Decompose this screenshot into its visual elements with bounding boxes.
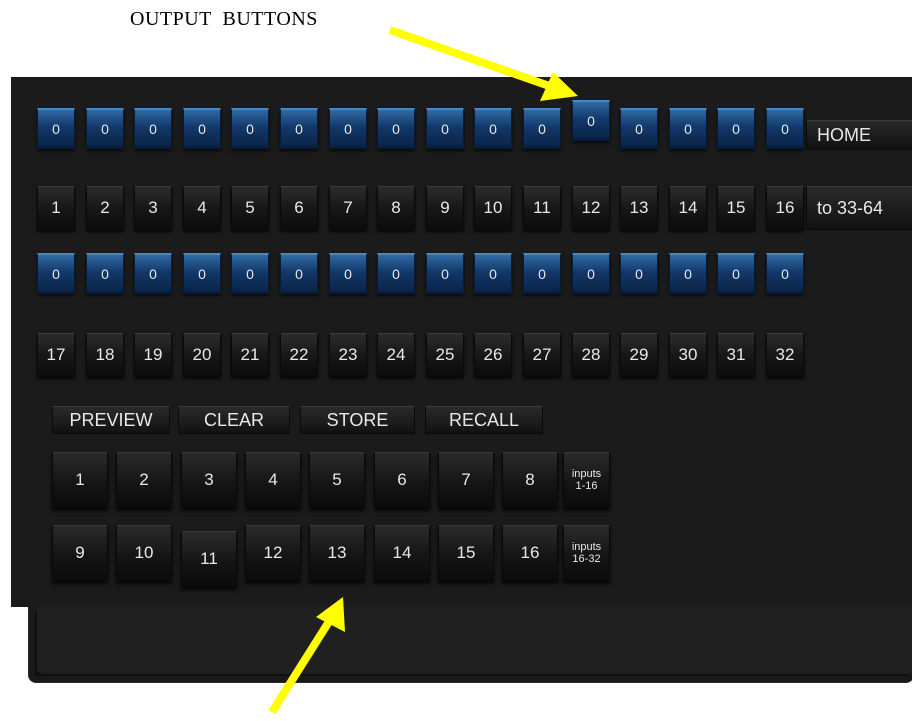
output-number-button[interactable]: 27 bbox=[523, 333, 561, 377]
output-number-button[interactable]: 11 bbox=[523, 186, 561, 230]
output-number-button[interactable]: 8 bbox=[377, 186, 415, 230]
output-route-value[interactable]: 0 bbox=[183, 253, 221, 294]
output-route-value[interactable]: 0 bbox=[717, 253, 755, 294]
output-route-value[interactable]: 0 bbox=[523, 108, 561, 149]
output-number-button[interactable]: 18 bbox=[86, 333, 124, 377]
input-button[interactable]: 13 bbox=[309, 525, 365, 581]
output-route-value[interactable]: 0 bbox=[231, 253, 269, 294]
output-buttons-caption: OUTPUT BUTTONS bbox=[130, 8, 318, 30]
output-route-value[interactable]: 0 bbox=[620, 108, 658, 149]
output-number-button[interactable]: 6 bbox=[280, 186, 318, 230]
input-button[interactable]: 7 bbox=[438, 452, 494, 508]
output-number-button[interactable]: 21 bbox=[231, 333, 269, 377]
recall-button[interactable]: RECALL bbox=[425, 406, 543, 434]
input-button[interactable]: 6 bbox=[374, 452, 430, 508]
tray-inner bbox=[37, 607, 912, 674]
output-route-value[interactable]: 0 bbox=[134, 253, 172, 294]
input-button[interactable]: 10 bbox=[116, 525, 172, 581]
output-number-button[interactable]: 12 bbox=[572, 186, 610, 230]
output-route-value[interactable]: 0 bbox=[474, 108, 512, 149]
output-route-value[interactable]: 0 bbox=[474, 253, 512, 294]
output-number-button[interactable]: 5 bbox=[231, 186, 269, 230]
input-button[interactable]: 16 bbox=[502, 525, 558, 581]
output-route-value[interactable]: 0 bbox=[86, 108, 124, 149]
output-number-button[interactable]: 19 bbox=[134, 333, 172, 377]
input-button[interactable]: 5 bbox=[309, 452, 365, 508]
output-route-value[interactable]: 0 bbox=[620, 253, 658, 294]
output-number-button[interactable]: 16 bbox=[766, 186, 804, 230]
output-route-value[interactable]: 0 bbox=[37, 253, 75, 294]
inputs-bank-label: inputs bbox=[571, 468, 602, 480]
store-button[interactable]: STORE bbox=[300, 406, 415, 434]
input-button[interactable]: 9 bbox=[52, 525, 108, 581]
panel-base-tray bbox=[28, 607, 912, 683]
output-route-value[interactable]: 0 bbox=[280, 108, 318, 149]
output-number-button[interactable]: 1 bbox=[37, 186, 75, 230]
output-number-button[interactable]: 30 bbox=[669, 333, 707, 377]
output-number-button[interactable]: 26 bbox=[474, 333, 512, 377]
output-number-button[interactable]: 15 bbox=[717, 186, 755, 230]
inputs-bank-1-16-button[interactable]: inputs 1-16 bbox=[563, 452, 610, 508]
output-number-button[interactable]: 14 bbox=[669, 186, 707, 230]
output-route-value[interactable]: 0 bbox=[377, 108, 415, 149]
output-number-button[interactable]: 29 bbox=[620, 333, 658, 377]
input-button[interactable]: 11 bbox=[181, 531, 237, 587]
output-route-value[interactable]: 0 bbox=[523, 253, 561, 294]
output-number-button[interactable]: 2 bbox=[86, 186, 124, 230]
inputs-bank-16-32-button[interactable]: inputs 16-32 bbox=[563, 525, 610, 581]
output-number-button[interactable]: 28 bbox=[572, 333, 610, 377]
output-number-button[interactable]: 4 bbox=[183, 186, 221, 230]
input-button[interactable]: 14 bbox=[374, 525, 430, 581]
output-number-button[interactable]: 31 bbox=[717, 333, 755, 377]
output-route-value[interactable]: 0 bbox=[572, 100, 610, 141]
output-route-value[interactable]: 0 bbox=[37, 108, 75, 149]
output-number-button[interactable]: 22 bbox=[280, 333, 318, 377]
output-number-button[interactable]: 9 bbox=[426, 186, 464, 230]
inputs-bank-label: 1-16 bbox=[575, 480, 598, 492]
input-button[interactable]: 15 bbox=[438, 525, 494, 581]
input-button[interactable]: 3 bbox=[181, 452, 237, 508]
output-route-value[interactable]: 0 bbox=[231, 108, 269, 149]
output-route-value[interactable]: 0 bbox=[280, 253, 318, 294]
output-route-value[interactable]: 0 bbox=[134, 108, 172, 149]
output-route-value[interactable]: 0 bbox=[426, 108, 464, 149]
output-number-button[interactable]: 24 bbox=[377, 333, 415, 377]
clear-button[interactable]: CLEAR bbox=[178, 406, 290, 434]
output-route-value[interactable]: 0 bbox=[329, 108, 367, 149]
output-route-value[interactable]: 0 bbox=[669, 108, 707, 149]
inputs-bank-label: inputs bbox=[571, 541, 602, 553]
output-number-button[interactable]: 17 bbox=[37, 333, 75, 377]
output-route-value[interactable]: 0 bbox=[717, 108, 755, 149]
input-button[interactable]: 12 bbox=[245, 525, 301, 581]
input-button[interactable]: 2 bbox=[116, 452, 172, 508]
output-route-value[interactable]: 0 bbox=[766, 253, 804, 294]
input-button[interactable]: 8 bbox=[502, 452, 558, 508]
inputs-bank-label: 16-32 bbox=[572, 553, 601, 565]
output-route-value[interactable]: 0 bbox=[377, 253, 415, 294]
page-to-33-64-button[interactable]: to 33-64 bbox=[806, 186, 912, 230]
preview-button[interactable]: PREVIEW bbox=[52, 406, 170, 434]
output-route-value[interactable]: 0 bbox=[86, 253, 124, 294]
input-button[interactable]: 4 bbox=[245, 452, 301, 508]
output-number-button[interactable]: 23 bbox=[329, 333, 367, 377]
input-button[interactable]: 1 bbox=[52, 452, 108, 508]
home-button[interactable]: HOME bbox=[806, 120, 912, 150]
output-route-value[interactable]: 0 bbox=[329, 253, 367, 294]
output-number-button[interactable]: 7 bbox=[329, 186, 367, 230]
output-route-value[interactable]: 0 bbox=[766, 108, 804, 149]
output-route-value[interactable]: 0 bbox=[426, 253, 464, 294]
output-number-button[interactable]: 10 bbox=[474, 186, 512, 230]
output-number-button[interactable]: 20 bbox=[183, 333, 221, 377]
output-route-value[interactable]: 0 bbox=[669, 253, 707, 294]
output-route-value[interactable]: 0 bbox=[183, 108, 221, 149]
output-route-value[interactable]: 0 bbox=[572, 253, 610, 294]
output-number-button[interactable]: 32 bbox=[766, 333, 804, 377]
output-number-button[interactable]: 13 bbox=[620, 186, 658, 230]
output-number-button[interactable]: 25 bbox=[426, 333, 464, 377]
output-number-button[interactable]: 3 bbox=[134, 186, 172, 230]
